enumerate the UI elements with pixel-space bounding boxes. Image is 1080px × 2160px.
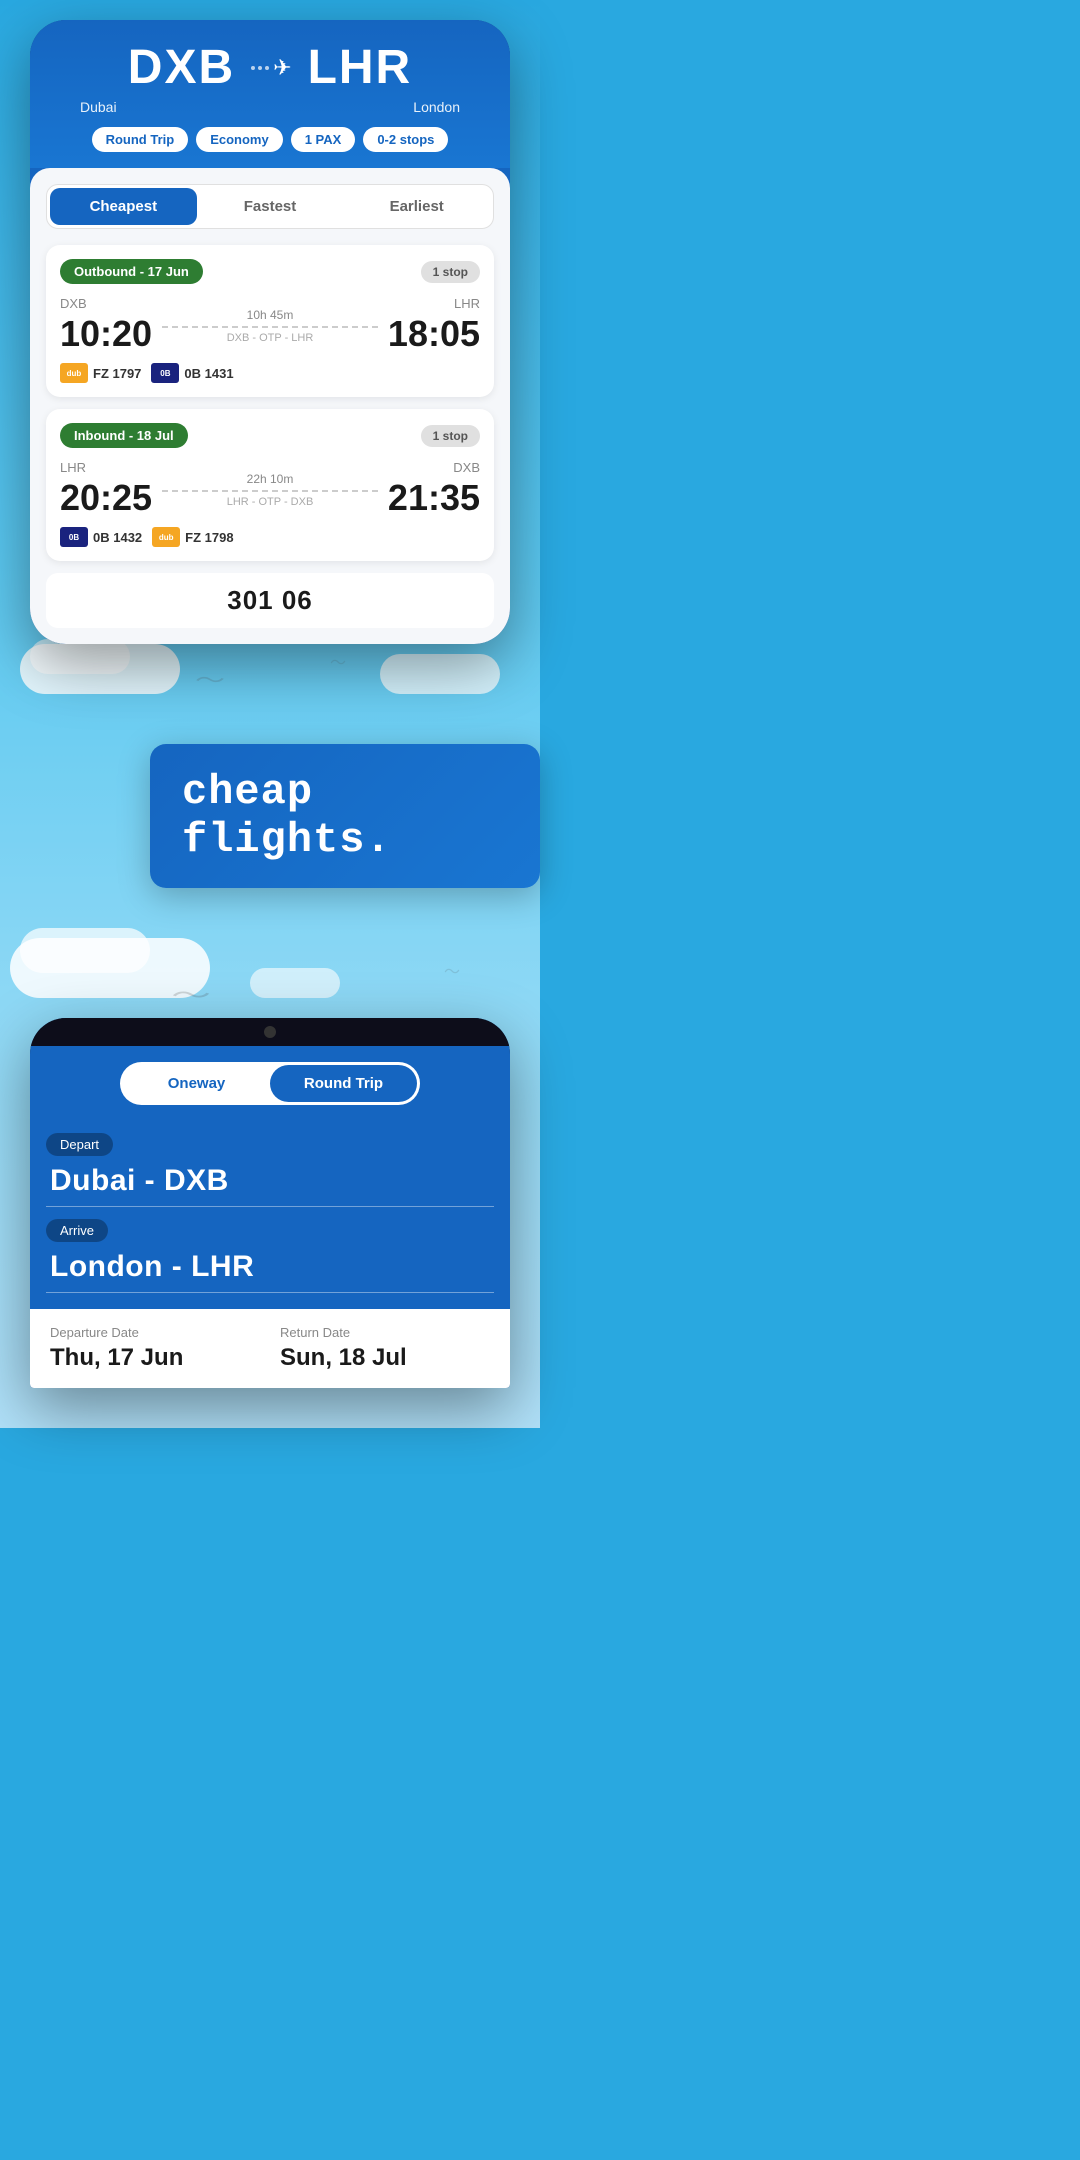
dubai-logo-1: dub [60,363,88,383]
inbound-duration: 22h 10m [162,472,378,486]
outbound-label: Outbound - 17 Jun [60,259,203,284]
phone-notch [30,1018,510,1046]
inbound-airline2-code: FZ 1798 [185,530,233,545]
departure-date-value[interactable]: Thu, 17 Jun [50,1344,260,1372]
return-date-label: Return Date [280,1325,490,1340]
outbound-from-code: DXB [60,296,152,311]
price-preview: 301 06 [227,585,313,616]
notch-circle [264,1026,276,1038]
inbound-route: LHR - OTP - DXB [162,496,378,508]
from-city: Dubai [80,99,117,115]
tab-cheapest[interactable]: Cheapest [50,188,197,225]
inbound-arrive-time: 21:35 [388,477,480,519]
toggle-oneway[interactable]: Oneway [123,1065,270,1102]
outbound-airline1: dub FZ 1797 [60,363,141,383]
return-date-value[interactable]: Sun, 18 Jul [280,1344,490,1372]
departure-date-label: Departure Date [50,1325,260,1340]
departure-date-col: Departure Date Thu, 17 Jun [50,1325,260,1372]
blue-logo-2: 0B [60,527,88,547]
trip-toggle: Oneway Round Trip [120,1062,420,1105]
inbound-label: Inbound - 18 Jul [60,423,188,448]
inbound-from-code: LHR [60,460,152,475]
outbound-airline1-code: FZ 1797 [93,366,141,381]
return-date-col: Return Date Sun, 18 Jul [280,1325,490,1372]
outbound-stop-badge: 1 stop [421,261,480,283]
outbound-duration: 10h 45m [162,308,378,322]
to-city: London [413,99,460,115]
sort-tabs: Cheapest Fastest Earliest [46,184,494,229]
promo-text: cheap flights. [182,768,392,864]
outbound-depart-time: 10:20 [60,313,152,355]
to-code: LHR [308,40,413,95]
outbound-to-code: LHR [388,296,480,311]
outbound-airline2-code: 0B 1431 [184,366,233,381]
outbound-flight-card: Outbound - 17 Jun 1 stop DXB 10:20 10h 4… [46,245,494,397]
inbound-depart-time: 20:25 [60,477,152,519]
outbound-airline2: 0B 0B 1431 [151,363,233,383]
inbound-airline2: dub FZ 1798 [152,527,233,547]
pax-tag[interactable]: 1 PAX [291,127,356,152]
depart-label: Depart [46,1133,113,1156]
stops-tag[interactable]: 0-2 stops [363,127,448,152]
inbound-airline1: 0B 0B 1432 [60,527,142,547]
inbound-flight-card: Inbound - 18 Jul 1 stop LHR 20:25 22h 10… [46,409,494,561]
tab-earliest[interactable]: Earliest [343,188,490,225]
depart-value[interactable]: Dubai - DXB [46,1164,494,1207]
promo-banner: cheap flights. [150,744,540,888]
tab-fastest[interactable]: Fastest [197,188,344,225]
toggle-round-trip[interactable]: Round Trip [270,1065,417,1102]
dates-area: Departure Date Thu, 17 Jun Return Date S… [30,1309,510,1388]
from-code: DXB [128,40,235,95]
inbound-to-code: DXB [388,460,480,475]
inbound-airline1-code: 0B 1432 [93,530,142,545]
dubai-logo-2: dub [152,527,180,547]
outbound-arrive-time: 18:05 [388,313,480,355]
arrive-label: Arrive [46,1219,108,1242]
inbound-stop-badge: 1 stop [421,425,480,447]
blue-logo-1: 0B [151,363,179,383]
cabin-tag[interactable]: Economy [196,127,283,152]
outbound-route: DXB - OTP - LHR [162,332,378,344]
trip-type-tag[interactable]: Round Trip [92,127,189,152]
arrive-value[interactable]: London - LHR [46,1250,494,1293]
plane-icon: ✈ [251,55,291,81]
